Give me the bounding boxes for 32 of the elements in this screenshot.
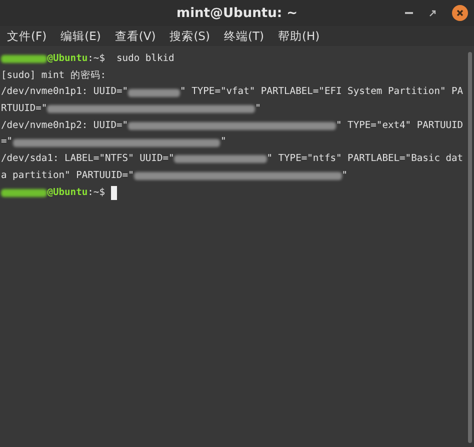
terminal-text: :~$: [88, 186, 106, 200]
minimize-icon[interactable]: [405, 12, 413, 14]
prompt-host: @Ubuntu: [47, 186, 88, 200]
terminal-text: /dev/nvme0n1p2: UUID=": [1, 118, 128, 133]
blurred-text: [128, 88, 180, 97]
terminal-text: /dev/sda1: LABEL="NTFS" UUID=": [1, 152, 174, 166]
text-cursor: [110, 186, 117, 200]
blurred-text: [1, 55, 48, 64]
terminal-text: :~$ sudo blkid: [88, 52, 174, 66]
terminal-text: " TYPE="ext4" PARTUUID: [336, 118, 464, 133]
terminal-text: ": [220, 135, 226, 150]
menu-item[interactable]: 编辑(E): [60, 28, 101, 44]
terminal-text: [sudo] mint 的密码:: [1, 68, 106, 83]
terminal-text: " TYPE="ntfs" PARTLABEL="Basic dat: [266, 152, 464, 166]
terminal-text: ": [255, 102, 261, 116]
window-title: mint@Ubuntu: ~: [176, 6, 298, 20]
menu-item[interactable]: 文件(F): [7, 28, 47, 44]
close-icon[interactable]: [452, 5, 468, 21]
terminal-text: a partition" PARTUUID=": [1, 168, 134, 183]
prompt-host: @Ubuntu: [47, 52, 88, 66]
menu-item[interactable]: 帮助(H): [278, 28, 320, 44]
terminal-text: RTUUID=": [1, 102, 48, 116]
menu-item[interactable]: 终端(T): [224, 28, 264, 44]
menu-item[interactable]: 搜索(S): [170, 28, 210, 44]
menu-item[interactable]: 查看(V): [114, 28, 156, 44]
scrollbar[interactable]: [468, 52, 472, 443]
terminal-text: ": [342, 168, 348, 183]
terminal-text: " TYPE="vfat" PARTLABEL="EFI System Partition" PA: [180, 85, 464, 100]
maximize-icon[interactable]: [429, 10, 436, 16]
terminal-text: /dev/nvme0n1p1: UUID=": [1, 85, 128, 100]
blurred-text: [1, 188, 48, 197]
terminal-text: =": [1, 135, 13, 150]
